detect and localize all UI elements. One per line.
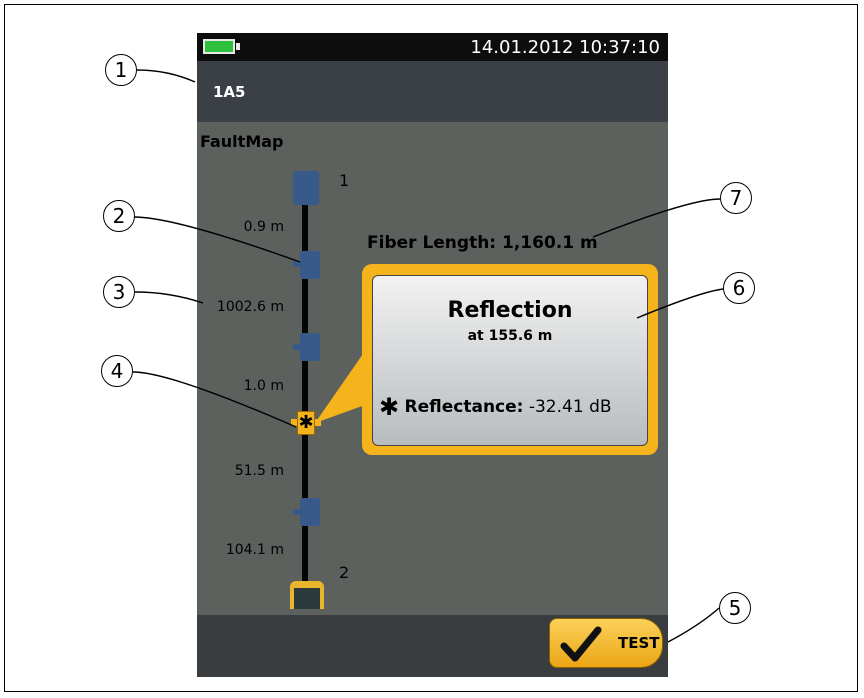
callout-1: 1 — [105, 54, 137, 86]
callout-4: 4 — [101, 355, 133, 387]
callout-2: 2 — [103, 200, 135, 232]
callout-3: 3 — [103, 276, 135, 308]
callout-6: 6 — [723, 272, 755, 304]
callout-7: 7 — [720, 182, 752, 214]
callout-5: 5 — [719, 592, 751, 624]
